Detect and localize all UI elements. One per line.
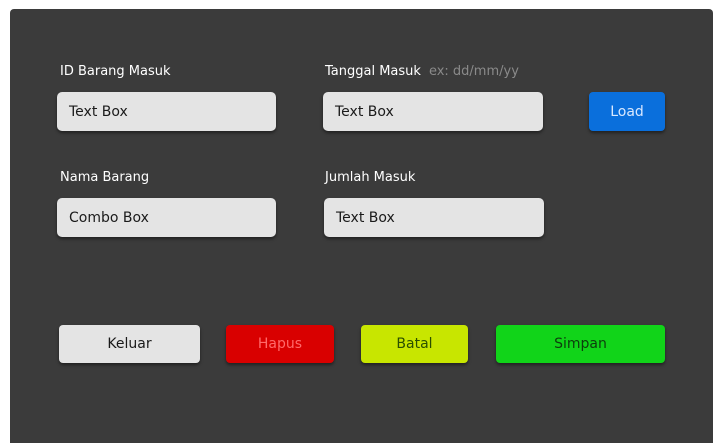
jumlah-masuk-value: Text Box (336, 209, 395, 226)
jumlah-masuk-label: Jumlah Masuk (325, 170, 415, 185)
tanggal-masuk-input[interactable]: Text Box (323, 92, 543, 131)
simpan-button-label: Simpan (554, 336, 607, 352)
load-button[interactable]: Load (589, 92, 665, 131)
hapus-button[interactable]: Hapus (226, 325, 334, 363)
date-format-hint: ex: dd/mm/yy (428, 64, 519, 79)
hapus-button-label: Hapus (257, 336, 303, 352)
jumlah-masuk-input[interactable]: Text Box (324, 198, 544, 237)
nama-barang-combobox[interactable]: Combo Box (57, 198, 276, 237)
id-barang-masuk-value: Text Box (69, 103, 128, 120)
jumlah-masuk-label-text: Jumlah Masuk (325, 170, 416, 185)
form-panel: ID Barang Masuk Text Box Tanggal Masuk ex… (10, 9, 713, 443)
batal-button[interactable]: Batal (361, 325, 468, 363)
nama-barang-label-text: Nama Barang (60, 170, 150, 185)
id-barang-masuk-label-text: ID Barang Masuk (60, 64, 171, 79)
simpan-button[interactable]: Simpan (496, 325, 665, 363)
nama-barang-label: Nama Barang (60, 170, 149, 185)
keluar-button[interactable]: Keluar (59, 325, 200, 363)
batal-button-label: Batal (396, 336, 433, 352)
tanggal-masuk-label: Tanggal Masuk ex: dd/mm/yy (325, 64, 519, 79)
nama-barang-value: Combo Box (69, 209, 149, 226)
id-barang-masuk-label: ID Barang Masuk (60, 64, 171, 79)
id-barang-masuk-input[interactable]: Text Box (57, 92, 276, 131)
keluar-button-label: Keluar (107, 336, 152, 352)
load-button-label: Load (610, 103, 644, 120)
tanggal-masuk-label-text: Tanggal Masuk (325, 64, 421, 79)
tanggal-masuk-value: Text Box (335, 103, 394, 120)
